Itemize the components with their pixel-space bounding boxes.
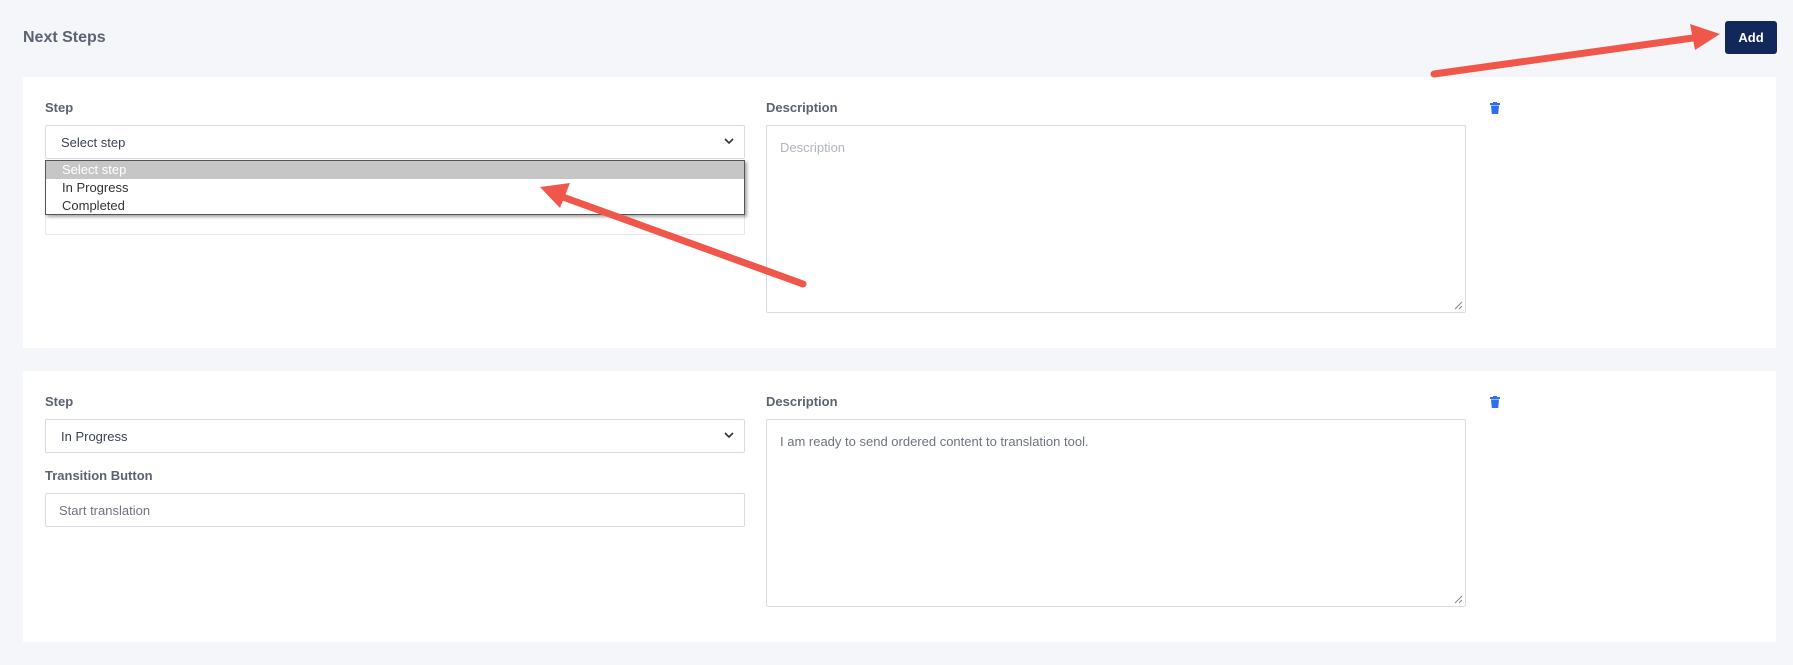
trash-icon[interactable] bbox=[1490, 102, 1500, 114]
step-select[interactable]: Select step bbox=[45, 125, 745, 159]
chevron-down-icon bbox=[724, 138, 734, 145]
hidden-transition-field bbox=[45, 213, 745, 235]
step-select[interactable]: In Progress bbox=[45, 419, 745, 453]
arrow-to-add-button bbox=[1430, 24, 1720, 78]
description-label: Description bbox=[766, 394, 838, 409]
dropdown-option[interactable]: Select step bbox=[46, 161, 744, 179]
transition-button-input[interactable]: Start translation bbox=[45, 493, 745, 527]
description-placeholder: Description bbox=[780, 140, 846, 155]
description-textarea[interactable]: I am ready to send ordered content to tr… bbox=[766, 419, 1466, 607]
description-label: Description bbox=[766, 100, 838, 115]
dropdown-option[interactable]: Completed bbox=[46, 197, 744, 215]
trash-icon[interactable] bbox=[1490, 396, 1500, 408]
step-label: Step bbox=[45, 394, 74, 409]
add-button[interactable]: Add bbox=[1725, 21, 1777, 54]
step-select-value: Select step bbox=[61, 134, 126, 150]
transition-button-label: Transition Button bbox=[45, 468, 153, 483]
page-title: Next Steps bbox=[23, 29, 106, 46]
dropdown-option[interactable]: In Progress bbox=[46, 179, 744, 197]
step-label: Step bbox=[45, 100, 74, 115]
resize-grip-icon[interactable] bbox=[1454, 301, 1463, 310]
description-textarea[interactable]: Description bbox=[766, 125, 1466, 313]
chevron-down-icon bbox=[724, 432, 734, 439]
step-select-value: In Progress bbox=[61, 428, 128, 444]
resize-grip-icon[interactable] bbox=[1454, 595, 1463, 604]
step-dropdown-list: Select step In Progress Completed bbox=[45, 160, 745, 215]
description-value: I am ready to send ordered content to tr… bbox=[780, 434, 1089, 449]
